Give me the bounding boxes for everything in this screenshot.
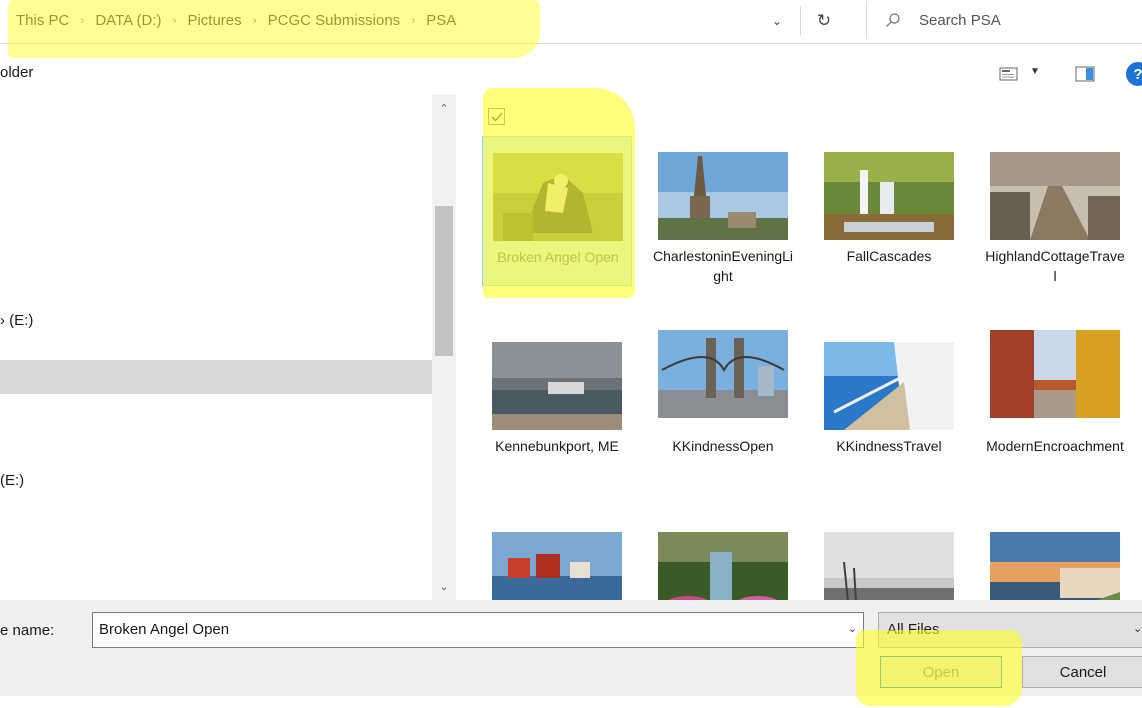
file-thumbnail xyxy=(658,330,788,418)
breadcrumb-separator[interactable]: › xyxy=(172,13,176,27)
file-thumbnail xyxy=(990,330,1120,418)
file-name-label: ModernEncroachment xyxy=(986,438,1124,454)
breadcrumb-psa[interactable]: PSA xyxy=(426,12,456,29)
file-thumbnail xyxy=(990,152,1120,240)
file-thumbnail xyxy=(824,342,954,430)
file-name-input[interactable] xyxy=(99,621,819,638)
file-name-label: e name: xyxy=(0,622,55,639)
breadcrumb-pictures[interactable]: Pictures xyxy=(187,12,241,29)
file-name-label: KKindnessOpen xyxy=(672,438,774,454)
toolbar-divider xyxy=(800,6,801,36)
file-tile[interactable]: KKindnessTravel xyxy=(814,326,964,476)
cancel-button[interactable]: Cancel xyxy=(1022,656,1142,688)
file-tile[interactable] xyxy=(980,516,1130,600)
selection-checkbox[interactable] xyxy=(488,108,505,125)
scroll-up-arrow-icon[interactable]: ⌃ xyxy=(432,98,456,118)
search-box[interactable] xyxy=(866,2,1142,38)
file-type-value: All Files xyxy=(887,621,940,638)
file-tile[interactable] xyxy=(814,516,964,600)
breadcrumb[interactable]: This PC › DATA (D:) › Pictures › PCGC Su… xyxy=(16,4,538,36)
file-thumbnail xyxy=(824,532,954,600)
change-view-icon[interactable] xyxy=(998,64,1020,84)
breadcrumb-separator[interactable]: › xyxy=(253,13,257,27)
file-type-chevron-down-icon[interactable]: ⌄ xyxy=(1133,622,1142,635)
file-type-select[interactable]: All Files ⌄ xyxy=(878,612,1142,648)
new-folder-button[interactable]: older xyxy=(0,64,33,81)
file-thumbnail xyxy=(658,152,788,240)
search-input[interactable] xyxy=(919,11,1119,29)
file-tile[interactable]: Broken Angel Open xyxy=(482,136,632,286)
breadcrumb-separator[interactable]: › xyxy=(80,13,84,27)
file-name-combobox[interactable]: ⌄ xyxy=(92,612,864,648)
navigation-pane: › (E:) (E:) xyxy=(0,94,456,602)
breadcrumb-data-drive[interactable]: DATA (D:) xyxy=(95,12,161,29)
file-tile[interactable]: CharlestoninEveningLight xyxy=(648,136,798,286)
file-tile[interactable]: HighlandCottageTravel xyxy=(980,136,1130,286)
file-name-label: KKindnessTravel xyxy=(836,438,942,454)
file-name-label: CharlestoninEveningLight xyxy=(652,248,794,284)
command-bar: older ▼ ? xyxy=(0,56,1142,92)
view-options-chevron-down-icon[interactable]: ▼ xyxy=(1030,66,1040,77)
file-grid: Broken Angel Open CharlestoninEveningLigh… xyxy=(460,94,1142,600)
dialog-footer: e name: ⌄ All Files ⌄ Open Cancel xyxy=(0,600,1142,708)
file-tile[interactable] xyxy=(482,516,632,600)
address-bar: This PC › DATA (D:) › Pictures › PCGC Su… xyxy=(0,0,1142,44)
breadcrumb-this-pc[interactable]: This PC xyxy=(16,12,69,29)
file-thumbnail xyxy=(492,532,622,600)
file-open-dialog: This PC › DATA (D:) › Pictures › PCGC Su… xyxy=(0,0,1142,708)
breadcrumb-pcgc-submissions[interactable]: PCGC Submissions xyxy=(268,12,401,29)
file-thumbnail xyxy=(658,532,788,600)
address-history-chevron-down-icon[interactable]: ⌄ xyxy=(764,6,790,36)
help-icon[interactable]: ? xyxy=(1126,62,1142,86)
scroll-down-arrow-icon[interactable]: ⌄ xyxy=(432,576,456,596)
file-thumbnail xyxy=(492,342,622,430)
preview-pane-icon[interactable] xyxy=(1074,64,1096,84)
nav-item-drive-e[interactable]: › (E:) xyxy=(0,312,33,329)
file-tile[interactable] xyxy=(648,516,798,600)
file-thumbnail xyxy=(990,532,1120,600)
nav-scrollbar[interactable]: ⌃ ⌄ xyxy=(432,94,456,602)
file-name-chevron-down-icon[interactable]: ⌄ xyxy=(848,622,857,635)
file-tile[interactable]: FallCascades xyxy=(814,136,964,286)
window-edge xyxy=(0,696,1142,708)
file-name-label: Broken Angel Open xyxy=(497,249,619,265)
breadcrumb-separator[interactable]: › xyxy=(411,13,415,27)
file-name-label: HighlandCottageTravel xyxy=(985,248,1125,284)
file-name-label: FallCascades xyxy=(846,248,932,264)
scroll-thumb[interactable] xyxy=(435,206,453,356)
open-button[interactable]: Open xyxy=(880,656,1002,688)
file-thumbnail xyxy=(824,152,954,240)
file-tile[interactable]: ModernEncroachment xyxy=(980,326,1130,476)
nav-item-drive-e-secondary[interactable]: (E:) xyxy=(0,472,24,489)
refresh-icon[interactable]: ↻ xyxy=(808,6,840,36)
file-thumbnail xyxy=(493,153,623,241)
file-name-label: Kennebunkport, ME xyxy=(495,438,619,454)
nav-selected-item[interactable] xyxy=(0,360,432,394)
search-icon xyxy=(885,12,901,28)
file-tile[interactable]: Kennebunkport, ME xyxy=(482,326,632,476)
file-tile[interactable]: KKindnessOpen xyxy=(648,326,798,476)
